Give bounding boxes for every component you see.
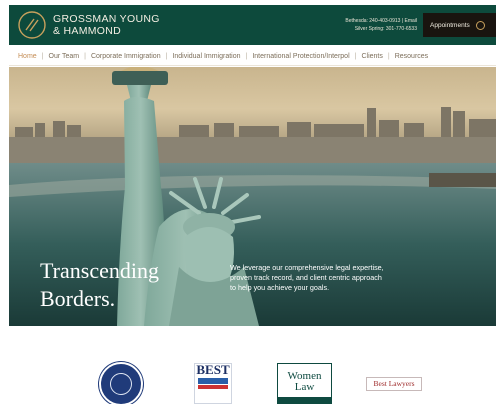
nav-item-resources[interactable]: Resources bbox=[395, 53, 428, 60]
hero-description: We leverage our comprehensive legal expe… bbox=[230, 263, 384, 292]
nav-item-corporate-immigration[interactable]: Corporate Immigration bbox=[91, 53, 161, 60]
award-badges: BEST Women Law Best Lawyers bbox=[9, 326, 496, 404]
best-badge-title: BEST bbox=[196, 362, 230, 377]
nav-separator: | bbox=[41, 52, 44, 60]
best-lawyers-badge: Best Lawyers bbox=[366, 377, 422, 391]
firm-name[interactable]: GROSSMAN YOUNG & HAMMOND bbox=[53, 13, 160, 37]
main-nav: Home | Our Team | Corporate Immigration … bbox=[9, 48, 496, 64]
nav-item-individual-immigration[interactable]: Individual Immigration bbox=[172, 53, 240, 60]
women-in-law-badge: Women Law bbox=[277, 363, 332, 404]
hero-banner: Transcending Borders. We leverage our co… bbox=[9, 67, 496, 326]
nav-separator: | bbox=[354, 52, 357, 60]
nav-separator: | bbox=[84, 52, 86, 60]
seal-badge-ring bbox=[110, 373, 132, 395]
nav-separator: | bbox=[165, 52, 168, 60]
nav-item-our-team[interactable]: Our Team bbox=[49, 53, 80, 60]
appointment-ring-icon bbox=[475, 20, 485, 30]
nav-item-clients[interactable]: Clients bbox=[361, 53, 382, 60]
appointments-button[interactable]: Appointments bbox=[423, 13, 496, 37]
gyh-monogram-icon[interactable] bbox=[17, 10, 47, 40]
firm-name-line1: GROSSMAN YOUNG bbox=[53, 13, 160, 25]
nav-separator: | bbox=[245, 52, 248, 60]
best-badge-band bbox=[198, 378, 228, 384]
site-header: GROSSMAN YOUNG & HAMMOND Bethesda: 240-4… bbox=[9, 5, 496, 45]
contact-line2[interactable]: Silver Spring: 301-770-6533 bbox=[305, 25, 417, 33]
nav-item-international-protection[interactable]: International Protection/Interpol bbox=[252, 53, 349, 60]
nav-divider bbox=[9, 65, 496, 66]
contact-line1[interactable]: Bethesda: 240-403-0913 | Email bbox=[305, 17, 417, 25]
appointments-label: Appointments bbox=[430, 21, 470, 29]
firm-name-line2: & HAMMOND bbox=[53, 25, 122, 37]
women-in-law-bar bbox=[278, 397, 331, 403]
best-badge-band-red bbox=[198, 385, 228, 389]
nav-item-home[interactable]: Home bbox=[18, 53, 37, 60]
contact-info: Bethesda: 240-403-0913 | Email Silver Sp… bbox=[305, 17, 417, 33]
hero-title-line1: Transcending bbox=[40, 258, 159, 283]
best-badge: BEST bbox=[194, 363, 232, 404]
hero-title: Transcending Borders. bbox=[40, 257, 159, 313]
hero-title-line2: Borders. bbox=[40, 286, 116, 311]
nav-separator: | bbox=[387, 52, 390, 60]
seal-badge bbox=[99, 362, 143, 404]
women-in-law-title: Women Law bbox=[287, 370, 322, 393]
